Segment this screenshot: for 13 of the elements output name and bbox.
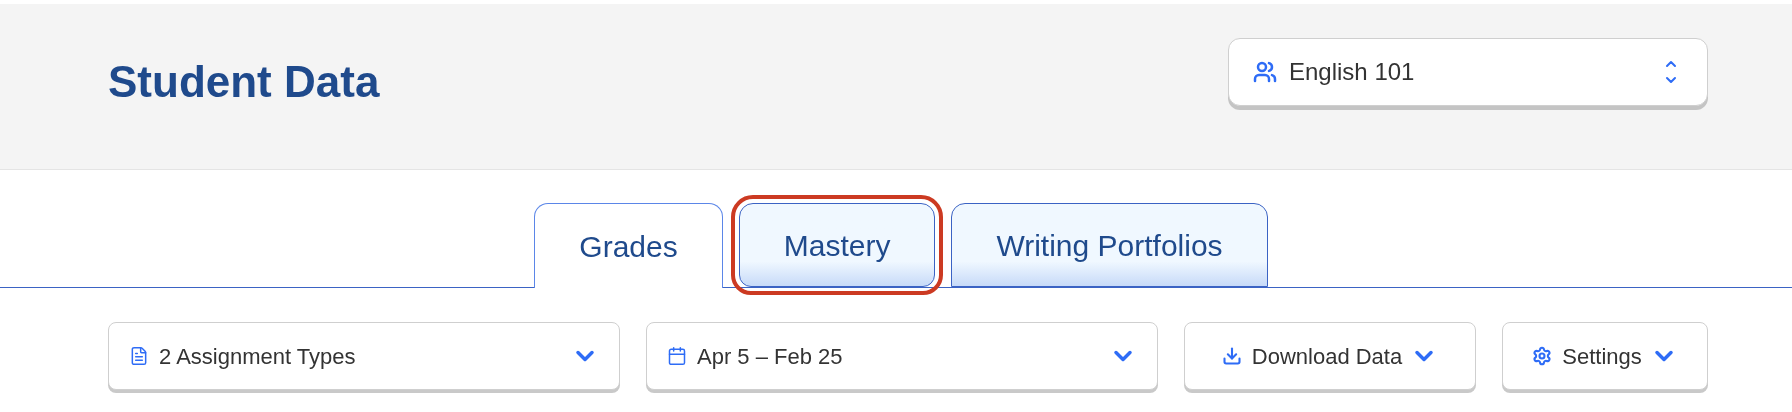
calendar-icon — [667, 346, 687, 366]
people-icon — [1253, 59, 1277, 84]
page-title: Student Data — [108, 55, 380, 108]
filter-dropdown[interactable]: 2 Assignment Types — [108, 322, 620, 390]
download-icon — [1221, 346, 1242, 366]
tab[interactable]: Writing Portfolios — [951, 203, 1268, 287]
tab[interactable]: Grades — [534, 203, 723, 288]
settings-dropdown[interactable]: Settings — [1502, 322, 1708, 390]
class-name: English 101 — [1289, 56, 1415, 87]
date-dropdown[interactable]: Apr 5 – Feb 25 — [646, 322, 1158, 390]
settings-icon — [1532, 346, 1553, 366]
download-dropdown[interactable]: Download Data — [1184, 322, 1476, 390]
document-icon — [129, 346, 149, 366]
